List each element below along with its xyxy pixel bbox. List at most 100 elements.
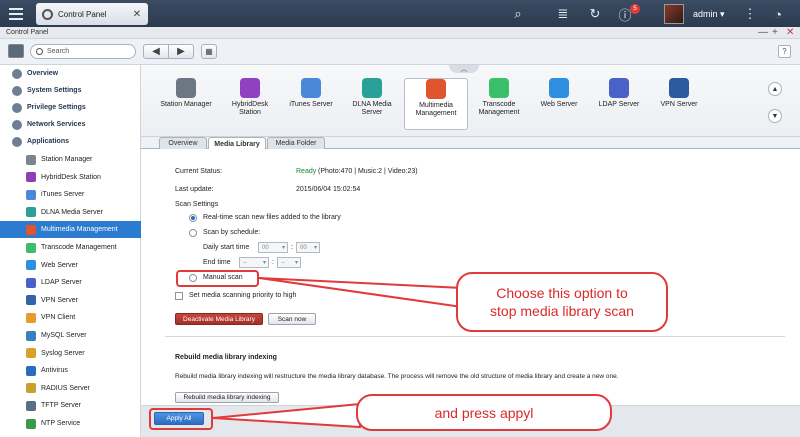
maximize-button[interactable]: +: [772, 27, 778, 39]
sidebar-item-tftp-server[interactable]: TFTP Server: [0, 397, 141, 414]
start-hour-select[interactable]: 00: [258, 242, 288, 253]
sidebar-item-transcode-management[interactable]: Transcode Management: [0, 239, 141, 256]
sidebar-item-vpn-server[interactable]: VPN Server: [0, 292, 141, 309]
end-hour-select[interactable]: --: [239, 257, 269, 268]
scroll-down-icon[interactable]: ▼: [768, 109, 782, 123]
end-minute-select[interactable]: --: [277, 257, 301, 268]
deactivate-media-library-button[interactable]: Deactivate Media Library: [175, 313, 263, 325]
sidebar-item-mysql-server[interactable]: MySQL Server: [0, 327, 141, 344]
search-placeholder: Search: [47, 48, 70, 55]
user-icon: [12, 102, 22, 113]
schedule-scan-label: Scan by schedule:: [203, 229, 261, 236]
app-icon: [26, 207, 36, 218]
app-icon: [26, 172, 36, 183]
control-panel-tab[interactable]: Control Panel ✕: [36, 3, 148, 25]
sidebar-item-radius-server[interactable]: RADIUS Server: [0, 380, 141, 397]
sidebar-item-ldap-server[interactable]: LDAP Server: [0, 274, 141, 291]
main-menu-icon[interactable]: [5, 4, 27, 23]
more-icon[interactable]: ⋮: [742, 6, 758, 22]
app-label: DLNA Media Server: [352, 101, 392, 116]
sidebar-item-itunes-server[interactable]: iTunes Server: [0, 186, 141, 203]
search-input[interactable]: Search: [30, 44, 136, 59]
sidebar-item-overview[interactable]: Overview: [0, 65, 141, 82]
sidebar-item-label: iTunes Server: [41, 191, 85, 199]
tasks-icon[interactable]: ≣: [555, 6, 571, 22]
sidebar-item-label: VPN Client: [41, 314, 76, 322]
sidebar-item-ntp-service[interactable]: NTP Service: [0, 415, 141, 432]
app-multimedia-management[interactable]: Multimedia Management: [404, 78, 468, 130]
app-dlna-media-server[interactable]: DLNA Media Server: [340, 78, 404, 130]
tab-overview[interactable]: Overview: [159, 137, 207, 149]
avatar[interactable]: [664, 4, 684, 24]
sidebar-item-applications[interactable]: Applications: [0, 133, 141, 150]
app-icon: [26, 277, 36, 288]
close-button[interactable]: ✕: [786, 27, 794, 39]
gear-icon: [12, 85, 22, 96]
app-hybriddesk-station[interactable]: HybridDesk Station: [218, 78, 282, 130]
status-counts: (Photo:470 | Music:2 | Video:23): [318, 168, 418, 175]
grid-view-button[interactable]: ▦: [201, 44, 217, 59]
app-icon: [26, 242, 36, 253]
app-icon: [26, 418, 36, 429]
sync-icon[interactable]: ↻: [587, 6, 603, 22]
search-icon[interactable]: ⌕: [510, 6, 526, 22]
sidebar-item-label: NTP Service: [41, 420, 81, 427]
dashboard-icon[interactable]: ◔: [770, 6, 786, 22]
realtime-scan-radio[interactable]: [189, 214, 197, 222]
sidebar-item-label: System Settings: [27, 87, 82, 94]
priority-checkbox[interactable]: [175, 292, 183, 300]
gear-icon: [42, 8, 53, 20]
app-icon: [26, 400, 36, 411]
sidebar-item-label: DLNA Media Server: [41, 208, 103, 216]
app-ldap-server[interactable]: LDAP Server: [587, 78, 651, 130]
manual-scan-highlight: [176, 270, 259, 287]
toolbar: Search ◀ ▶ ▦ ?: [0, 39, 800, 65]
sidebar-item-syslog-server[interactable]: Syslog Server: [0, 345, 141, 362]
sidebar-toggle-button[interactable]: [8, 44, 24, 58]
help-button[interactable]: ?: [778, 45, 791, 58]
sidebar-item-dlna-media-server[interactable]: DLNA Media Server: [0, 204, 141, 221]
app-vpn-server[interactable]: VPN Server: [647, 78, 711, 130]
sidebar-item-vpn-client[interactable]: VPN Client: [0, 309, 141, 326]
sidebar-item-label: Web Server: [41, 261, 78, 269]
sidebar-item-antivirus[interactable]: Antivirus: [0, 362, 141, 379]
sidebar-item-network-services[interactable]: Network Services: [0, 116, 141, 133]
app-icon: [362, 78, 382, 98]
app-icon: [26, 383, 36, 394]
scan-now-button[interactable]: Scan now: [268, 313, 316, 325]
forward-button[interactable]: ▶: [169, 45, 193, 58]
sidebar-item-privilege-settings[interactable]: Privilege Settings: [0, 99, 141, 116]
collapse-strip-button[interactable]: ︿: [449, 65, 479, 73]
sidebar-item-system-settings[interactable]: System Settings: [0, 82, 141, 99]
tab-media-folder[interactable]: Media Folder: [267, 137, 325, 149]
app-icon: [26, 189, 36, 200]
app-itunes-server[interactable]: iTunes Server: [279, 78, 343, 130]
sidebar-item-hybriddesk-station[interactable]: HybridDesk Station: [0, 169, 141, 186]
rebuild-indexing-button[interactable]: Rebuild media library indexing: [175, 392, 279, 403]
app-icon: [26, 348, 36, 359]
start-minute-select[interactable]: 00: [296, 242, 320, 253]
sidebar-item-multimedia-management[interactable]: Multimedia Management: [0, 221, 141, 239]
app-icon: [609, 78, 629, 98]
app-icon: [669, 78, 689, 98]
app-label: iTunes Server: [289, 101, 333, 108]
app-label: LDAP Server: [598, 101, 640, 108]
app-web-server[interactable]: Web Server: [527, 78, 591, 130]
close-tab-icon[interactable]: ✕: [130, 7, 144, 21]
back-button[interactable]: ◀: [144, 45, 169, 58]
app-station-manager[interactable]: Station Manager: [154, 78, 218, 130]
top-bar: Control Panel ✕ ⌕ ≣ ↻ ⓘ 5 admin ▾ ⋮ ◔: [0, 0, 800, 27]
app-icon: [26, 154, 36, 165]
user-menu[interactable]: admin ▾: [693, 9, 725, 20]
app-label: HybridDesk Station: [231, 101, 269, 116]
schedule-scan-radio[interactable]: [189, 229, 197, 237]
app-icon: [26, 295, 36, 306]
search-icon: [36, 48, 43, 55]
app-icon: [240, 78, 260, 98]
minimize-button[interactable]: —: [758, 27, 768, 39]
home-icon: [12, 68, 22, 79]
scroll-up-icon[interactable]: ▲: [768, 82, 782, 96]
app-transcode-management[interactable]: Transcode Management: [467, 78, 531, 130]
sidebar-item-station-manager[interactable]: Station Manager: [0, 151, 141, 168]
sidebar-item-web-server[interactable]: Web Server: [0, 257, 141, 274]
